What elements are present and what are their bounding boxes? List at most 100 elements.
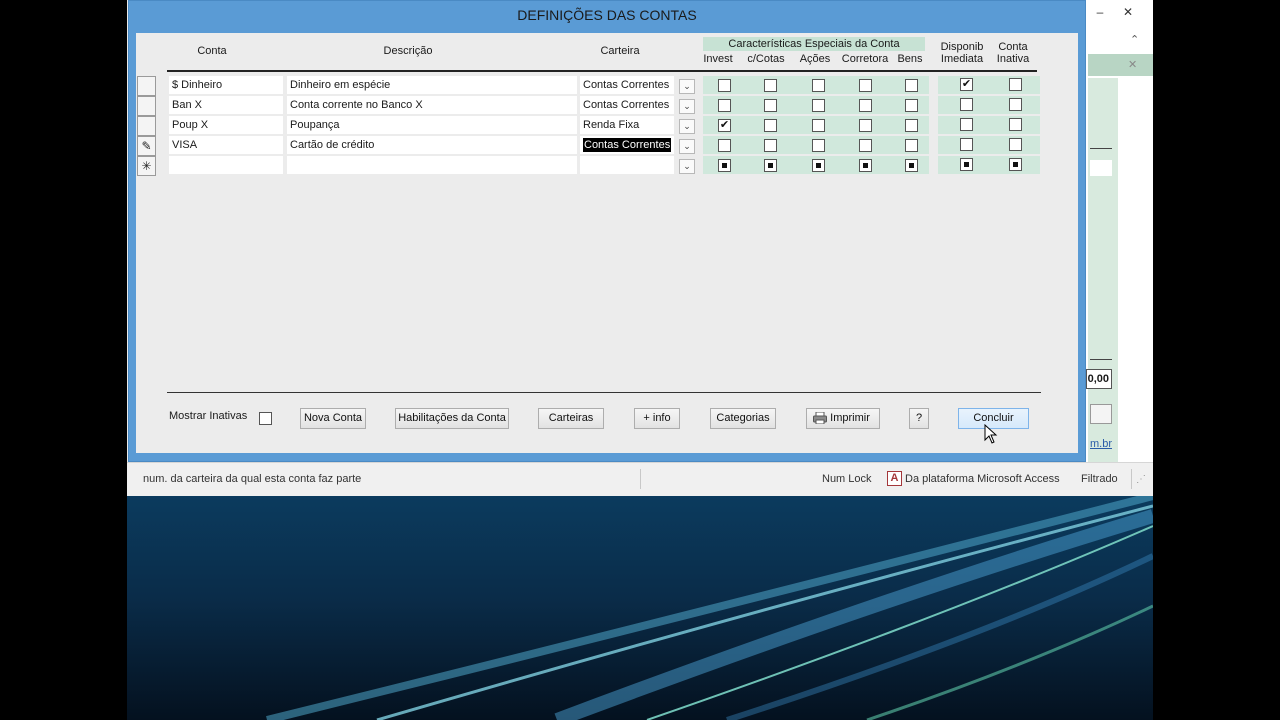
minimize-icon[interactable]: – xyxy=(1088,2,1112,22)
disponib-checkbox[interactable] xyxy=(960,118,973,131)
print-button[interactable]: Imprimir xyxy=(806,408,880,429)
show-inactive-checkbox[interactable] xyxy=(259,412,272,425)
invest-checkbox[interactable] xyxy=(718,159,731,172)
divider xyxy=(1090,359,1112,360)
categories-button[interactable]: Categorias xyxy=(710,408,776,429)
inativa-checkbox[interactable] xyxy=(1009,158,1022,171)
more-info-button[interactable]: + info xyxy=(634,408,680,429)
record-selector[interactable]: ✳ xyxy=(137,156,156,176)
bens-checkbox[interactable] xyxy=(905,139,918,152)
header-conta: Conta xyxy=(197,45,227,57)
acoes-checkbox[interactable] xyxy=(812,139,825,152)
corretora-checkbox[interactable] xyxy=(859,139,872,152)
portfolios-button[interactable]: Carteiras xyxy=(538,408,604,429)
help-button[interactable]: ? xyxy=(909,408,929,429)
dialog-title: DEFINIÇÕES DAS CONTAS xyxy=(517,7,697,23)
header-invest: Invest xyxy=(703,53,733,65)
disponib-checkbox[interactable] xyxy=(960,138,973,151)
account-name-field[interactable] xyxy=(169,156,283,174)
access-icon: A xyxy=(887,471,902,486)
chevron-down-icon[interactable]: ⌄ xyxy=(679,99,695,114)
inativa-checkbox[interactable] xyxy=(1009,78,1022,91)
cotas-checkbox[interactable] xyxy=(764,99,777,112)
record-selector[interactable]: ✎ xyxy=(137,136,156,156)
new-account-button[interactable]: Nova Conta xyxy=(300,408,366,429)
header-cotas: c/Cotas xyxy=(747,53,785,65)
portfolio-combo-field[interactable] xyxy=(580,156,674,174)
selected-text: Contas Correntes xyxy=(583,138,672,152)
invest-checkbox[interactable] xyxy=(718,79,731,92)
background-total-field[interactable]: 0,00 xyxy=(1086,369,1112,389)
account-name-field[interactable]: $ Dinheiro xyxy=(169,76,283,94)
chevron-down-icon[interactable]: ⌄ xyxy=(679,139,695,154)
corretora-checkbox[interactable] xyxy=(859,79,872,92)
background-titlebar: – ✕ xyxy=(1080,0,1153,24)
corretora-checkbox[interactable] xyxy=(859,159,872,172)
invest-checkbox[interactable]: ✔ xyxy=(718,119,731,132)
background-field[interactable] xyxy=(1090,160,1112,176)
collapse-ribbon-icon[interactable]: ⌃ xyxy=(1130,33,1139,46)
background-button[interactable] xyxy=(1090,404,1112,424)
portfolio-combo-field[interactable]: Contas Correntes xyxy=(580,96,674,114)
description-field[interactable]: Poupança xyxy=(287,116,577,134)
portfolio-combo-field[interactable]: Contas Correntes xyxy=(580,136,674,154)
chevron-down-icon[interactable]: ⌄ xyxy=(679,119,695,134)
bens-checkbox[interactable] xyxy=(905,79,918,92)
acoes-checkbox[interactable] xyxy=(812,119,825,132)
inativa-checkbox[interactable] xyxy=(1009,98,1022,111)
cotas-checkbox[interactable] xyxy=(764,119,777,132)
header-carteira: Carteira xyxy=(600,45,640,57)
cotas-checkbox[interactable] xyxy=(764,139,777,152)
divider xyxy=(640,469,641,489)
acoes-checkbox[interactable] xyxy=(812,159,825,172)
record-selector[interactable] xyxy=(137,76,156,96)
cotas-checkbox[interactable] xyxy=(764,79,777,92)
description-field[interactable]: Conta corrente no Banco X xyxy=(287,96,577,114)
portfolio-combo-field[interactable]: Renda Fixa xyxy=(580,116,674,134)
desktop-wallpaper xyxy=(127,496,1153,720)
account-name-field[interactable]: Poup X xyxy=(169,116,283,134)
close-tab-icon[interactable]: ✕ xyxy=(1128,58,1137,71)
account-permissions-button[interactable]: Habilitações da Conta xyxy=(395,408,509,429)
bens-checkbox[interactable] xyxy=(905,159,918,172)
acoes-checkbox[interactable] xyxy=(812,99,825,112)
bens-checkbox[interactable] xyxy=(905,119,918,132)
mouse-cursor-icon xyxy=(984,424,998,444)
invest-checkbox[interactable] xyxy=(718,99,731,112)
disponib-checkbox[interactable] xyxy=(960,158,973,171)
filtered-indicator[interactable]: Filtrado xyxy=(1081,473,1118,485)
disponib-checkbox[interactable] xyxy=(960,98,973,111)
record-selector[interactable] xyxy=(137,96,156,116)
bens-checkbox[interactable] xyxy=(905,99,918,112)
background-link[interactable]: m.br xyxy=(1090,438,1112,450)
acoes-checkbox[interactable] xyxy=(812,79,825,92)
description-field[interactable]: Cartão de crédito xyxy=(287,136,577,154)
header-inativa: Conta Inativa xyxy=(992,41,1034,65)
chevron-down-icon[interactable]: ⌄ xyxy=(679,79,695,94)
availability-cell-band xyxy=(938,156,1040,174)
background-tab-strip xyxy=(1088,54,1153,76)
availability-cell-band xyxy=(938,76,1040,94)
inativa-checkbox[interactable] xyxy=(1009,118,1022,131)
resize-grip-icon[interactable]: ⋰ xyxy=(1136,474,1146,485)
invest-checkbox[interactable] xyxy=(718,139,731,152)
print-label: Imprimir xyxy=(830,412,870,424)
num-lock-indicator: Num Lock xyxy=(822,473,872,485)
description-field[interactable]: Dinheiro em espécie xyxy=(287,76,577,94)
header-disponib-line1: Disponib xyxy=(940,41,984,53)
corretora-checkbox[interactable] xyxy=(859,119,872,132)
account-name-field[interactable]: VISA xyxy=(169,136,283,154)
cotas-checkbox[interactable] xyxy=(764,159,777,172)
close-icon[interactable]: ✕ xyxy=(1116,2,1140,22)
inativa-checkbox[interactable] xyxy=(1009,138,1022,151)
corretora-checkbox[interactable] xyxy=(859,99,872,112)
portfolio-combo-field[interactable]: Contas Correntes xyxy=(580,76,674,94)
description-field[interactable] xyxy=(287,156,577,174)
header-disponib: Disponib Imediata xyxy=(934,41,990,65)
header-disponib-line2: Imediata xyxy=(940,53,984,65)
chevron-down-icon[interactable]: ⌄ xyxy=(679,159,695,174)
status-message: num. da carteira da qual esta conta faz … xyxy=(143,473,362,485)
account-name-field[interactable]: Ban X xyxy=(169,96,283,114)
disponib-checkbox[interactable]: ✔ xyxy=(960,78,973,91)
record-selector[interactable] xyxy=(137,116,156,136)
